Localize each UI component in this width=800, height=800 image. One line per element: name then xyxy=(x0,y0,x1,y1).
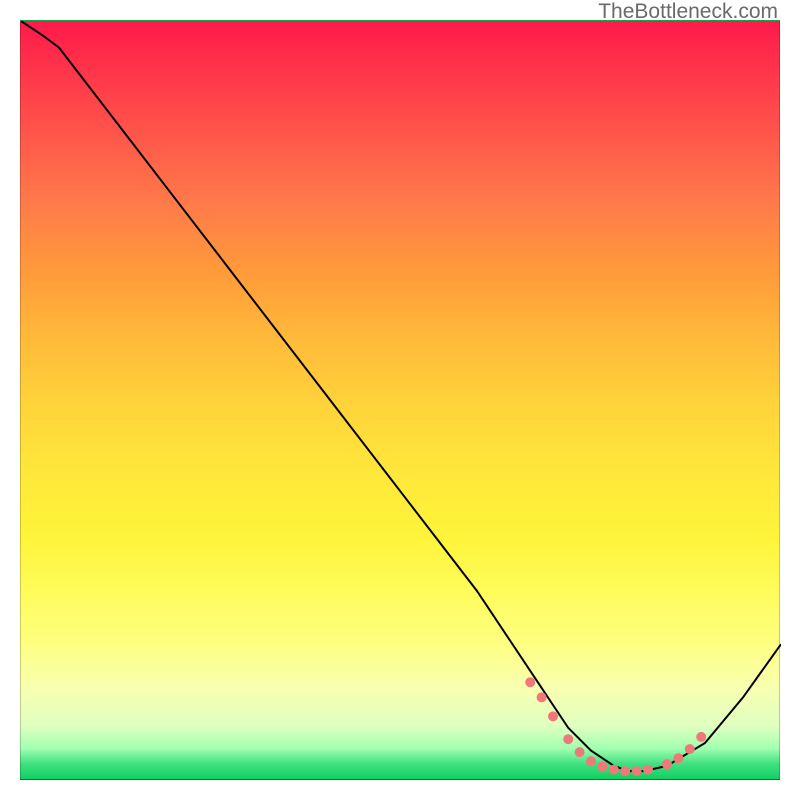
chart-svg xyxy=(21,21,781,781)
marker-dot xyxy=(525,677,535,687)
curve-path xyxy=(21,21,781,771)
marker-dot xyxy=(662,759,672,769)
marker-dots xyxy=(525,677,706,776)
chart-container: TheBottleneck.com xyxy=(0,0,800,800)
marker-dot xyxy=(643,765,653,775)
marker-dot xyxy=(696,732,706,742)
marker-dot xyxy=(563,734,573,744)
marker-dot xyxy=(548,711,558,721)
marker-dot xyxy=(620,766,630,776)
plot-area xyxy=(20,20,780,780)
marker-dot xyxy=(632,766,642,776)
marker-dot xyxy=(537,692,547,702)
marker-dot xyxy=(575,747,585,757)
marker-dot xyxy=(685,744,695,754)
bottleneck-curve xyxy=(21,21,781,771)
marker-dot xyxy=(597,762,607,772)
marker-dot xyxy=(673,753,683,763)
watermark-text: TheBottleneck.com xyxy=(598,0,778,24)
marker-dot xyxy=(609,765,619,775)
marker-dot xyxy=(586,756,596,766)
